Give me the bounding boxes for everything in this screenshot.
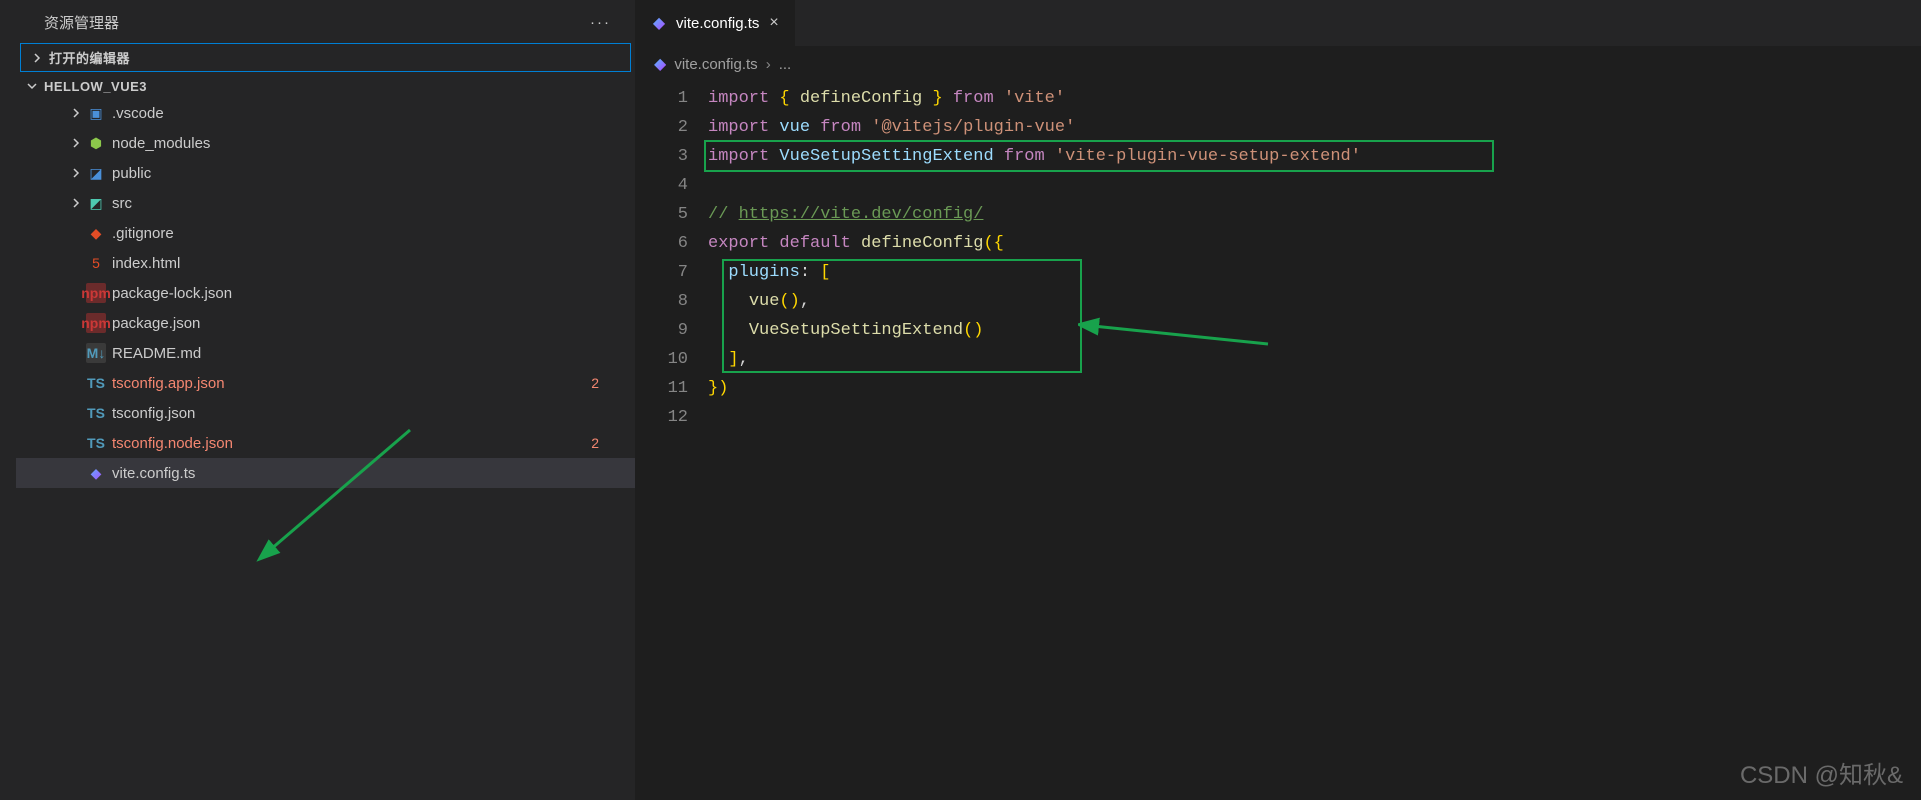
- explorer-title: 资源管理器: [44, 12, 119, 33]
- git-icon: ◆: [86, 223, 106, 243]
- explorer-header: 资源管理器 ···: [16, 0, 635, 41]
- spacer: [68, 435, 84, 451]
- tree-item-label: public: [112, 165, 619, 182]
- spacer: [68, 405, 84, 421]
- line-number: 12: [636, 403, 688, 432]
- vite-icon: ◆: [86, 463, 106, 483]
- tree-item-label: vite.config.ts: [112, 465, 619, 482]
- line-number: 5: [636, 200, 688, 229]
- line-number: 4: [636, 171, 688, 200]
- tree-item[interactable]: M↓ README.md: [16, 338, 635, 368]
- line-number: 7: [636, 258, 688, 287]
- chevron-right-icon: [68, 135, 84, 151]
- open-editors-label: 打开的编辑器: [49, 48, 130, 67]
- npm-icon: npm: [86, 313, 106, 333]
- line-number: 6: [636, 229, 688, 258]
- tree-item[interactable]: ◆ .gitignore: [16, 218, 635, 248]
- spacer: [68, 225, 84, 241]
- code-content[interactable]: import { defineConfig } from 'vite' impo…: [708, 84, 1921, 800]
- breadcrumb-file: vite.config.ts: [674, 56, 757, 73]
- tree-item[interactable]: TS tsconfig.node.json2: [16, 428, 635, 458]
- tree-item[interactable]: npm package.json: [16, 308, 635, 338]
- ts-icon: TS: [86, 403, 106, 423]
- tree-item-label: README.md: [112, 345, 619, 362]
- chevron-right-icon: [68, 105, 84, 121]
- folder-icon: ▣: [86, 103, 106, 123]
- html-icon: 5: [86, 253, 106, 273]
- tree-item-label: tsconfig.node.json: [112, 435, 591, 452]
- project-section[interactable]: HELLOW_VUE3: [16, 74, 635, 98]
- chevron-right-icon: [68, 195, 84, 211]
- error-badge: 2: [591, 375, 619, 391]
- line-number: 9: [636, 316, 688, 345]
- tree-item-label: .vscode: [112, 105, 619, 122]
- md-icon: M↓: [86, 343, 106, 363]
- editor-area: ◆ vite.config.ts × ◆ vite.config.ts › ..…: [636, 0, 1921, 800]
- tab-vite-config[interactable]: ◆ vite.config.ts ×: [636, 0, 796, 46]
- chevron-right-icon: [29, 50, 45, 66]
- code-editor[interactable]: 123456789101112 import { defineConfig } …: [636, 82, 1921, 800]
- error-badge: 2: [591, 435, 619, 451]
- tree-item[interactable]: ▣ .vscode: [16, 98, 635, 128]
- tree-item-label: node_modules: [112, 135, 619, 152]
- vite-icon: ◆: [650, 14, 668, 32]
- spacer: [68, 375, 84, 391]
- tree-item[interactable]: npm package-lock.json: [16, 278, 635, 308]
- spacer: [68, 465, 84, 481]
- tree-item-label: .gitignore: [112, 225, 619, 242]
- line-number: 8: [636, 287, 688, 316]
- tree-item-label: tsconfig.json: [112, 405, 619, 422]
- chevron-right-icon: ›: [766, 56, 771, 73]
- line-number: 2: [636, 113, 688, 142]
- line-numbers: 123456789101112: [636, 84, 708, 800]
- breadcrumb-rest: ...: [779, 56, 792, 73]
- tree-item-label: index.html: [112, 255, 619, 272]
- tree-item[interactable]: ◆ vite.config.ts: [16, 458, 635, 488]
- npm-icon: npm: [86, 283, 106, 303]
- file-tree: ▣ .vscode ⬢ node_modules ◪ public ◩ src ◆ .gitign…: [16, 98, 635, 800]
- chevron-right-icon: [68, 165, 84, 181]
- ts-icon: TS: [86, 373, 106, 393]
- line-number: 11: [636, 374, 688, 403]
- public-icon: ◪: [86, 163, 106, 183]
- tree-item-label: src: [112, 195, 619, 212]
- tree-item[interactable]: ◪ public: [16, 158, 635, 188]
- chevron-down-icon: [24, 78, 40, 94]
- tree-item-label: package.json: [112, 315, 619, 332]
- close-icon[interactable]: ×: [767, 12, 780, 34]
- tree-item[interactable]: ◩ src: [16, 188, 635, 218]
- line-number: 10: [636, 345, 688, 374]
- spacer: [68, 345, 84, 361]
- tree-item-label: package-lock.json: [112, 285, 619, 302]
- src-icon: ◩: [86, 193, 106, 213]
- explorer-sidebar: 资源管理器 ··· 打开的编辑器 HELLOW_VUE3 ▣ .vscode ⬢ no…: [0, 0, 636, 800]
- vite-icon: ◆: [654, 54, 666, 74]
- line-number: 1: [636, 84, 688, 113]
- project-name: HELLOW_VUE3: [44, 79, 147, 94]
- tree-item-label: tsconfig.app.json: [112, 375, 591, 392]
- tab-bar: ◆ vite.config.ts ×: [636, 0, 1921, 46]
- spacer: [68, 255, 84, 271]
- ts-icon: TS: [86, 433, 106, 453]
- breadcrumb[interactable]: ◆ vite.config.ts › ...: [636, 46, 1921, 82]
- tree-item[interactable]: TS tsconfig.app.json2: [16, 368, 635, 398]
- line-number: 3: [636, 142, 688, 171]
- tree-item[interactable]: ⬢ node_modules: [16, 128, 635, 158]
- more-actions-icon[interactable]: ···: [582, 12, 619, 33]
- tab-label: vite.config.ts: [676, 15, 759, 32]
- tree-item[interactable]: 5 index.html: [16, 248, 635, 278]
- node-icon: ⬢: [86, 133, 106, 153]
- open-editors-section[interactable]: 打开的编辑器: [20, 43, 631, 72]
- tree-item[interactable]: TS tsconfig.json: [16, 398, 635, 428]
